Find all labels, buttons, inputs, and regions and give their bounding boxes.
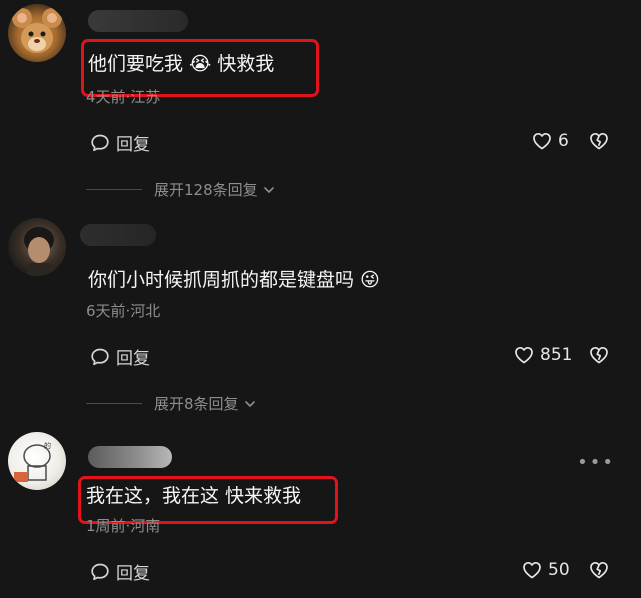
username-blurred[interactable]	[88, 10, 188, 32]
dislike-button[interactable]	[589, 561, 609, 583]
dislike-button[interactable]	[589, 346, 609, 368]
expand-replies-button[interactable]: 展开8条回复	[86, 393, 257, 414]
svg-text:的: 的	[44, 441, 51, 450]
chevron-down-icon	[263, 186, 274, 193]
reply-button[interactable]: 回复	[90, 559, 150, 584]
heart-icon	[533, 132, 551, 150]
comment-bubble-icon	[91, 134, 109, 151]
comment-meta: 6天前·河北	[86, 302, 161, 320]
reply-label: 回复	[116, 349, 150, 369]
chevron-down-icon	[244, 400, 255, 407]
comment-text: 我在这，我在这 快来救我	[86, 485, 302, 507]
expand-label: 展开128条回复	[154, 181, 258, 199]
reply-label: 回复	[116, 135, 150, 155]
like-count: 50	[548, 560, 570, 580]
username-blurred[interactable]	[88, 446, 172, 468]
divider-line	[86, 403, 142, 404]
reply-label: 回复	[116, 564, 150, 584]
expand-label: 展开8条回复	[154, 395, 239, 413]
avatar-sketch-icon: 的	[14, 441, 51, 482]
broken-heart-icon	[590, 561, 608, 579]
avatar[interactable]	[8, 218, 66, 276]
comment-text: 他们要吃我 😭 快救我	[88, 53, 275, 75]
avatar[interactable]	[8, 4, 66, 62]
avatar-cartoon-mouse-icon	[12, 8, 62, 53]
comment-bubble-icon	[91, 348, 109, 365]
comment-text: 你们小时候抓周抓的都是键盘吗 😜	[88, 269, 380, 291]
comment-meta: 4天前·江苏	[86, 88, 161, 106]
like-button[interactable]: 50	[522, 560, 570, 580]
heart-icon	[515, 346, 533, 364]
like-button[interactable]: 6	[532, 131, 569, 151]
like-count: 6	[558, 131, 569, 151]
like-button[interactable]: 851	[514, 345, 572, 365]
comment-list: 他们要吃我 😭 快救我 4天前·江苏 回复 6 展开128条回复 你们小时候抓周…	[0, 0, 641, 598]
username-blurred[interactable]	[80, 224, 156, 246]
reply-button[interactable]: 回复	[90, 344, 150, 369]
more-dots-icon[interactable]: •••	[577, 452, 615, 473]
avatar-person-photo-icon	[24, 227, 54, 276]
avatar[interactable]: 的	[8, 432, 66, 490]
divider-line	[86, 189, 142, 190]
reply-button[interactable]: 回复	[90, 130, 150, 155]
like-count: 851	[540, 345, 573, 365]
heart-icon	[523, 561, 541, 579]
comment-bubble-icon	[91, 563, 109, 580]
expand-replies-button[interactable]: 展开128条回复	[86, 179, 276, 200]
dislike-button[interactable]	[589, 132, 609, 154]
broken-heart-icon	[590, 346, 608, 364]
broken-heart-icon	[590, 132, 608, 150]
comment-meta: 1周前·河南	[86, 517, 161, 535]
